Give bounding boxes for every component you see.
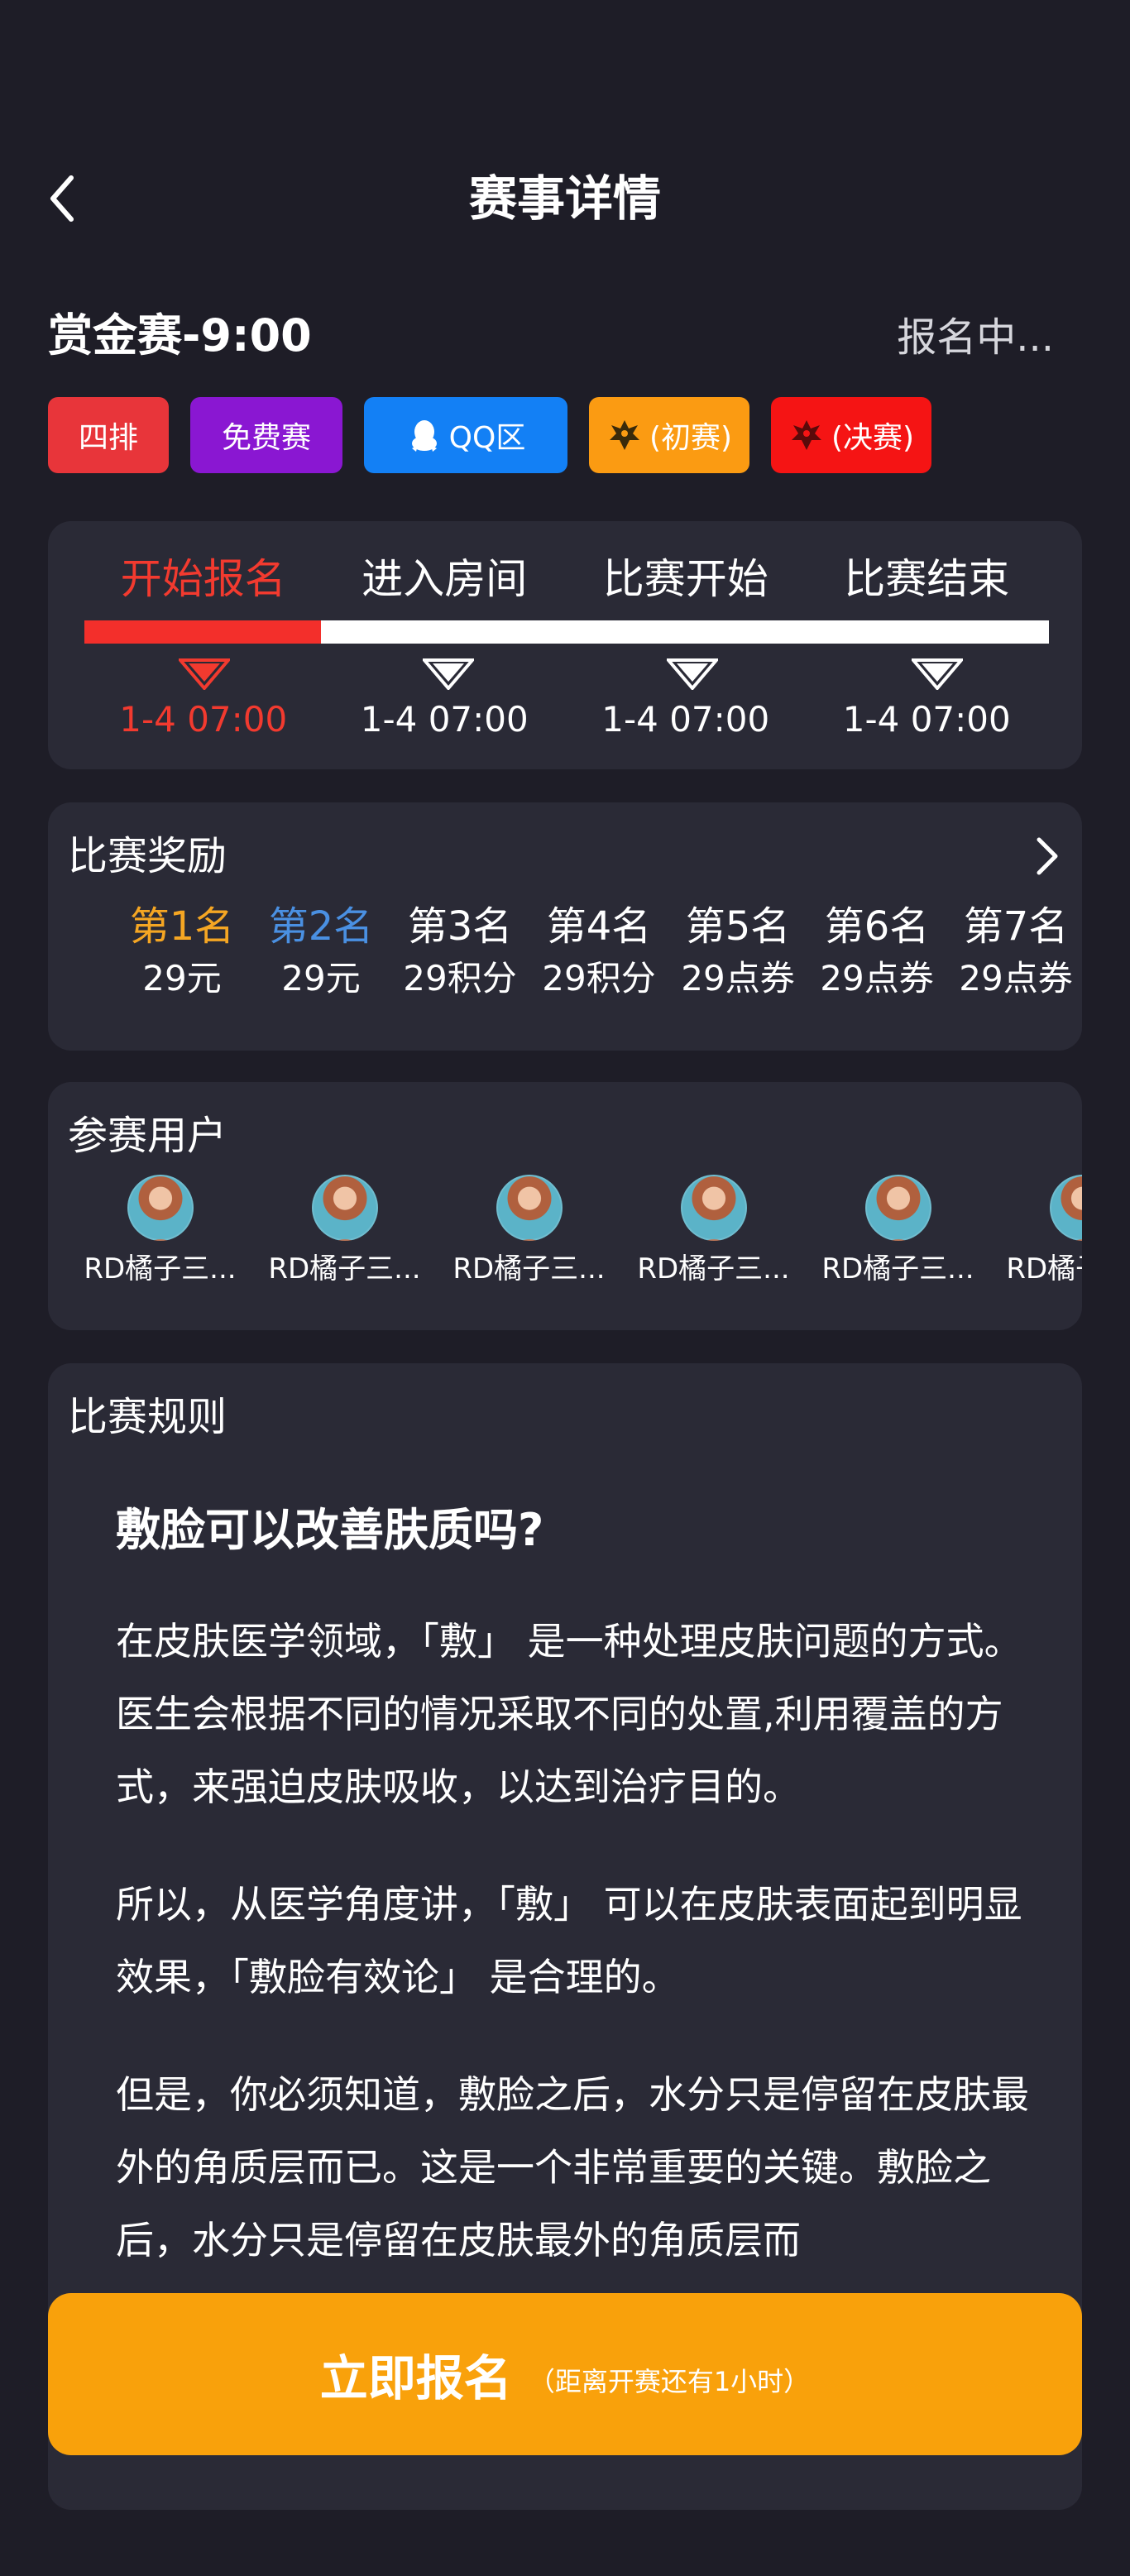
- tag-team-mode: 四排: [48, 397, 169, 473]
- rewards-title: 比赛奖励: [68, 833, 227, 879]
- avatar: [311, 1175, 378, 1241]
- participant-name: RD橘子三...: [637, 1252, 790, 1286]
- participant-name: RD橘子三...: [1006, 1252, 1082, 1286]
- avatar: [680, 1175, 747, 1241]
- tag-fee: 免费赛: [190, 397, 342, 473]
- tag-label: QQ区: [448, 421, 526, 455]
- reward-item: 第5名 29点券: [668, 898, 807, 1002]
- reward-rank: 第5名: [685, 903, 791, 950]
- reward-item: 第6名 29点券: [807, 898, 946, 1002]
- timeline-step: 进入房间: [324, 546, 566, 612]
- reward-rank: 第2名: [268, 903, 374, 950]
- reward-prize: 29元: [281, 958, 361, 998]
- participants-title: 参赛用户: [68, 1113, 227, 1159]
- participant-name: RD橘子三...: [268, 1252, 421, 1286]
- reward-item: 第4名 29积分: [529, 898, 668, 1002]
- marker-icon: [423, 658, 474, 690]
- dragon-icon: [606, 417, 643, 453]
- rules-heading: 敷脸可以改善肤质吗?: [116, 1504, 544, 1556]
- reward-prize: 29点券: [681, 958, 795, 998]
- match-title: 赏金赛-9:00: [48, 309, 312, 362]
- participant-item[interactable]: RD橘子三...: [68, 1175, 252, 1294]
- tag-list: 四排 免费赛 QQ区 (初赛) (决赛): [48, 397, 931, 473]
- reward-rank: 第6名: [824, 903, 930, 950]
- dragon-icon: [788, 417, 825, 453]
- qq-penguin-icon: [406, 417, 443, 453]
- reward-rank: 第3名: [407, 903, 513, 950]
- timeline-step-date-cell: 1-4 07:00: [565, 695, 807, 745]
- avatar: [496, 1175, 563, 1241]
- chevron-right-icon[interactable]: [1031, 836, 1064, 877]
- participant-name: RD橘子三...: [452, 1252, 606, 1286]
- participant-item[interactable]: RD橘子三...: [621, 1175, 806, 1294]
- timeline-step-label: 开始报名: [120, 555, 286, 603]
- avatar: [864, 1175, 931, 1241]
- tag-label: 免费赛: [221, 421, 311, 455]
- status-badge: 报名中...: [897, 314, 1054, 361]
- avatar: [127, 1175, 194, 1241]
- reward-rank: 第4名: [546, 903, 652, 950]
- tag-preliminary: (初赛): [589, 397, 749, 473]
- rules-body: 在皮肤医学领域，「敷」 是一种处理皮肤问题的方式。医生会根据不同的情况采取不同的…: [116, 1605, 1059, 2267]
- tag-label: (决赛): [831, 421, 915, 455]
- timeline-step-date: 1-4 07:00: [842, 699, 1011, 740]
- timeline-steps: 开始报名 进入房间 比赛开始 比赛结束: [83, 546, 1047, 612]
- rules-paragraph: 但是，你必须知道，敷脸之后，水分只是停留在皮肤最外的角质层而已。这是一个非常重要…: [116, 2072, 1029, 2262]
- rules-paragraph: 在皮肤医学领域，「敷」 是一种处理皮肤问题的方式。医生会根据不同的情况采取不同的…: [116, 1619, 1022, 1809]
- marker-active-icon: [179, 658, 230, 690]
- participant-item[interactable]: RD橘子三...: [437, 1175, 621, 1294]
- timeline-step: 比赛开始: [565, 546, 807, 612]
- marker-icon: [912, 658, 963, 690]
- reward-item: 第3名 29积分: [390, 898, 529, 1002]
- timeline-step: 比赛结束: [807, 546, 1048, 612]
- participant-item[interactable]: RD橘子三...: [806, 1175, 990, 1294]
- timeline-step-date-cell: 1-4 07:00: [83, 695, 324, 745]
- reward-item: 第1名 29元: [113, 898, 251, 1002]
- participant-name: RD橘子三...: [821, 1252, 974, 1286]
- timeline-step-date-cell: 1-4 07:00: [324, 695, 566, 745]
- reward-rank: 第1名: [129, 903, 235, 950]
- avatar: [1049, 1175, 1082, 1241]
- reward-prize: 29元: [142, 958, 222, 998]
- timeline-step-date: 1-4 07:00: [601, 699, 770, 740]
- timeline-progress-bar: [84, 620, 1049, 644]
- timeline-step-label: 比赛结束: [844, 555, 1010, 603]
- tag-label: (初赛): [649, 421, 733, 455]
- timeline-step-date: 1-4 07:00: [360, 699, 529, 740]
- participant-item[interactable]: RD橘子三...: [252, 1175, 437, 1294]
- participant-name: RD橘子三...: [84, 1252, 237, 1286]
- reward-prize: 29点券: [959, 958, 1073, 998]
- reward-prize: 29积分: [542, 958, 656, 998]
- reward-item: 第7名 29点券: [946, 898, 1085, 1002]
- reward-prize: 29点券: [820, 958, 934, 998]
- register-button[interactable]: 立即报名 （距离开赛还有1小时）: [48, 2293, 1082, 2455]
- timeline-step-label: 进入房间: [362, 555, 528, 603]
- participants-list: RD橘子三... RD橘子三... RD橘子三... RD橘子三... RD橘子…: [68, 1175, 1082, 1294]
- rules-title: 比赛规则: [68, 1394, 227, 1440]
- register-button-label: 立即报名: [319, 2350, 512, 2406]
- tag-label: 四排: [78, 421, 138, 455]
- reward-prize: 29积分: [403, 958, 517, 998]
- timeline-step-label: 比赛开始: [602, 555, 768, 603]
- reward-item: 第2名 29元: [251, 898, 390, 1002]
- timeline-step-date-cell: 1-4 07:00: [807, 695, 1048, 745]
- timeline-card: 开始报名 进入房间 比赛开始 比赛结束 1-4 07:00 1-4 07:00 …: [48, 521, 1082, 769]
- timeline-progress-fill: [84, 620, 321, 644]
- rules-paragraph: 所以，从医学角度讲，「敷」 可以在皮肤表面起到明显效果，「敷脸有效论」 是合理的…: [116, 1882, 1022, 1999]
- tag-final: (决赛): [771, 397, 931, 473]
- timeline-step: 开始报名: [83, 546, 324, 612]
- page-title: 赛事详情: [468, 170, 661, 227]
- participant-item[interactable]: RD橘子三...: [990, 1175, 1082, 1294]
- rewards-list: 第1名 29元 第2名 29元 第3名 29积分 第4名 29积分 第5名 29点券 第6…: [113, 898, 1085, 1002]
- tag-server: QQ区: [364, 397, 567, 473]
- timeline-step-date: 1-4 07:00: [119, 699, 288, 740]
- marker-icon: [667, 658, 718, 690]
- register-button-countdown: （距离开赛还有1小时）: [528, 2366, 811, 2397]
- reward-rank: 第7名: [963, 903, 1069, 950]
- timeline-dates: 1-4 07:00 1-4 07:00 1-4 07:00 1-4 07:00: [83, 695, 1047, 745]
